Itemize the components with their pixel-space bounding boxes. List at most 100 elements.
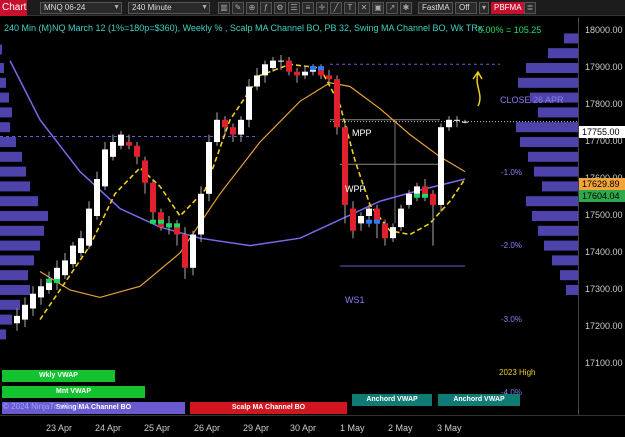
orange-ma-price-tag: 17629.89: [579, 178, 625, 190]
candle-body: [430, 193, 436, 205]
indicator-selector[interactable]: FastMA: [418, 2, 453, 14]
orange-ma-line: [39, 82, 466, 299]
pbfma-button[interactable]: PBFMA: [491, 2, 525, 14]
share-icon[interactable]: ↗: [386, 2, 398, 14]
interval-selector[interactable]: 240 Minute ▼: [128, 2, 210, 14]
time-label: 1 May: [340, 423, 365, 433]
candle-body: [38, 286, 44, 298]
price-tick-label: 17800.00: [585, 99, 623, 109]
volume-profile-bar: [0, 166, 26, 177]
candle-body: [382, 223, 388, 239]
chevron-down-icon: ▼: [113, 4, 120, 11]
chart-tab[interactable]: Chart: [0, 0, 27, 16]
off-label: Off: [459, 3, 470, 12]
signal-marker: [174, 223, 180, 228]
candle-body: [118, 134, 124, 146]
text-icon[interactable]: T: [344, 2, 356, 14]
time-label: 29 Apr: [243, 423, 270, 433]
weekly-range-value: 0.00% = 105.25: [478, 25, 542, 35]
volume-profile-bar: [0, 181, 30, 192]
instrument-label: MNQ 06-24: [44, 3, 86, 12]
template-icon[interactable]: ☰: [288, 2, 300, 14]
volume-profile-bar: [516, 122, 578, 133]
candle-body: [190, 234, 196, 268]
volume-profile-bar: [0, 63, 4, 73]
volume-profile-bar: [520, 137, 578, 147]
high-2023-label: 2023 High: [499, 368, 536, 377]
strategy-icon[interactable]: ⚙: [274, 2, 286, 14]
close-annotation: CLOSE 26 APR: [500, 95, 564, 105]
volume-profile-bar: [0, 314, 12, 325]
wkly-vwap-button[interactable]: Wkly VWAP: [2, 370, 115, 382]
volume-profile-bar: [0, 151, 22, 162]
time-label: 24 Apr: [95, 423, 122, 433]
candle-body: [414, 186, 420, 194]
volume-profile-bar: [0, 92, 9, 103]
candle-body: [286, 60, 292, 72]
candle-body: [326, 75, 332, 80]
candle-body: [126, 142, 132, 146]
pct-level: -1.0%: [501, 168, 522, 177]
volume-profile-bar: [566, 285, 578, 295]
signal-marker: [54, 278, 60, 283]
volume-profile-bar: [0, 299, 20, 310]
chevron-down-icon[interactable]: ▾: [479, 2, 489, 14]
clear-icon[interactable]: ✕: [358, 2, 370, 14]
off-toggle[interactable]: Off: [455, 2, 477, 14]
lines-icon[interactable]: ╱: [330, 2, 342, 14]
chart-plot-area[interactable]: [0, 17, 578, 415]
interval-label: 240 Minute: [132, 3, 172, 12]
mnt-vwap-button[interactable]: Mnt VWAP: [2, 386, 145, 398]
candle-body: [390, 227, 396, 239]
volume-profile-bar: [0, 122, 10, 133]
price-tick-label: 17300.00: [585, 284, 623, 294]
settings-icon[interactable]: ✱: [400, 2, 412, 14]
time-label: 3 May: [437, 423, 462, 433]
pct-level: -2.0%: [501, 241, 522, 250]
signal-marker: [318, 66, 324, 71]
instrument-selector[interactable]: MNQ 06-24 ▼: [40, 2, 122, 14]
candle-body: [398, 208, 404, 228]
anchored-vwap-button[interactable]: Anchord VWAP: [352, 394, 432, 406]
volume-profile-bar: [526, 63, 578, 73]
scalp-channel-button[interactable]: Scalp MA Channel BO: [190, 402, 347, 414]
up-arrow-annotation: [472, 70, 483, 107]
volume-profile-bar: [0, 211, 48, 221]
snapshot-icon[interactable]: ▣: [372, 2, 384, 14]
signal-marker: [414, 193, 420, 198]
volume-profile-bar: [526, 196, 578, 207]
properties-icon[interactable]: ≡: [302, 2, 314, 14]
volume-profile-bar: [0, 270, 28, 281]
volume-profile-bar: [538, 225, 578, 236]
candle-body: [302, 71, 308, 76]
volume-profile-bar: [0, 77, 6, 88]
crosshair-icon[interactable]: ✛: [316, 2, 328, 14]
candle-body: [14, 315, 20, 324]
bar-type-icon[interactable]: ▥: [218, 2, 230, 14]
draw-tool-icon[interactable]: ✎: [232, 2, 244, 14]
volume-profile-bar: [528, 151, 578, 162]
anchored-vwap-button[interactable]: Anchord VWAP: [438, 394, 520, 406]
zoom-icon[interactable]: ⊕: [246, 2, 258, 14]
time-label: 26 Apr: [194, 423, 221, 433]
volume-profile-bar: [564, 33, 578, 44]
candle-body: [294, 71, 300, 76]
candle-body: [262, 64, 268, 76]
candle-body: [22, 304, 28, 320]
candle-body: [102, 149, 108, 187]
price-tick-label: 18000.00: [585, 25, 623, 35]
menu-icon[interactable]: ≣: [524, 2, 536, 14]
candle-body: [94, 179, 100, 216]
candle-body: [222, 119, 228, 128]
candle-body: [446, 119, 452, 128]
signal-marker: [366, 219, 372, 224]
volume-profile-bar: [0, 329, 6, 340]
candle-body: [70, 245, 76, 265]
candle-body: [86, 208, 92, 246]
price-tick-label: 17400.00: [585, 247, 623, 257]
candle-body: [246, 86, 252, 120]
indicator-icon[interactable]: ƒ: [260, 2, 272, 14]
swing-ma-line: [9, 60, 466, 247]
candle-body: [30, 293, 36, 309]
volume-profile-bar: [560, 270, 578, 281]
